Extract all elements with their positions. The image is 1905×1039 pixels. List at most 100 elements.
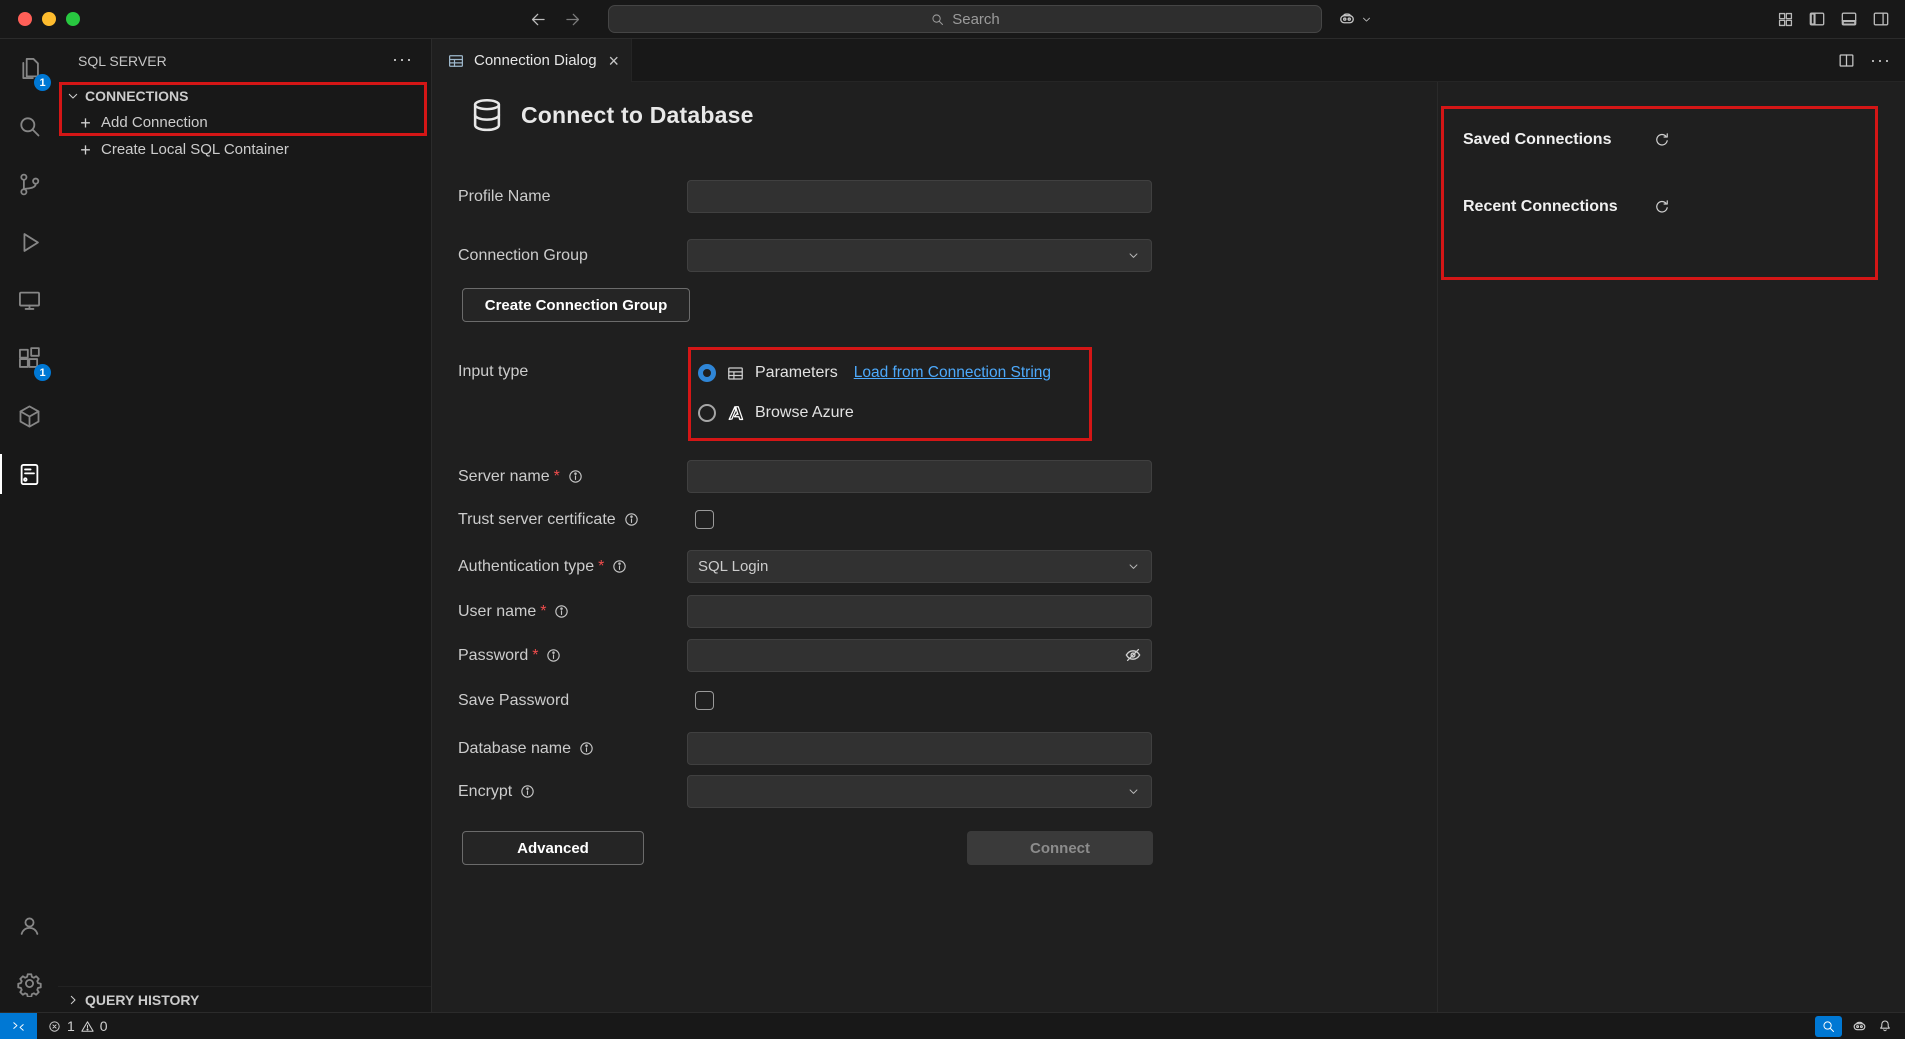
refresh-icon[interactable]: [1653, 131, 1671, 149]
sidebar-item-add-connection[interactable]: + Add Connection: [58, 109, 431, 136]
activity-containers[interactable]: [0, 387, 58, 445]
search-placeholder: Search: [952, 11, 1000, 28]
toggle-primary-sidebar-icon[interactable]: [1807, 9, 1827, 29]
connections-header-label: CONNECTIONS: [85, 88, 188, 104]
command-center-search[interactable]: Search: [608, 5, 1322, 33]
user-name-input[interactable]: [687, 595, 1152, 628]
sidebar-item-create-local-sql-container[interactable]: + Create Local SQL Container: [58, 136, 431, 163]
minimize-window-button[interactable]: [42, 12, 56, 26]
copilot-menu[interactable]: [1337, 0, 1373, 38]
activity-settings[interactable]: [0, 954, 58, 1012]
activity-search[interactable]: [0, 97, 58, 155]
chevron-right-icon: [65, 992, 81, 1008]
activity-bar: 1 1: [0, 39, 58, 1012]
password-input[interactable]: [687, 639, 1152, 672]
info-icon[interactable]: [553, 603, 570, 620]
sidebar-actions-ellipsis[interactable]: ···: [392, 49, 413, 70]
toggle-secondary-sidebar-icon[interactable]: [1871, 9, 1891, 29]
activity-source-control[interactable]: [0, 155, 58, 213]
toggle-panel-icon[interactable]: [1839, 9, 1859, 29]
activity-accounts[interactable]: [0, 896, 58, 954]
database-icon: [468, 96, 506, 134]
close-window-button[interactable]: [18, 12, 32, 26]
info-icon[interactable]: [623, 511, 640, 528]
required-asterisk: *: [598, 558, 604, 576]
sql-server-icon: [16, 461, 43, 488]
profile-name-input[interactable]: [687, 180, 1152, 213]
split-editor-icon[interactable]: [1837, 51, 1856, 70]
remote-icon: [11, 1019, 26, 1034]
save-password-checkbox[interactable]: [695, 691, 714, 710]
copilot-icon[interactable]: [1851, 1018, 1868, 1035]
create-connection-group-button[interactable]: Create Connection Group: [462, 288, 690, 322]
input-type-label: Input type: [458, 363, 528, 381]
authentication-type-label: Authentication type: [458, 558, 594, 576]
query-history-section-header[interactable]: QUERY HISTORY: [58, 986, 431, 1012]
database-name-input[interactable]: [687, 732, 1152, 765]
info-icon[interactable]: [545, 647, 562, 664]
run-debug-icon: [16, 229, 43, 256]
remote-indicator[interactable]: [0, 1013, 37, 1039]
info-icon[interactable]: [611, 558, 628, 575]
customize-layout-icon[interactable]: [1776, 10, 1795, 29]
server-name-label: Server name: [458, 468, 550, 486]
connection-group-label: Connection Group: [458, 247, 588, 265]
load-from-connection-string-link[interactable]: Load from Connection String: [854, 364, 1051, 382]
back-icon[interactable]: [529, 10, 548, 29]
connection-group-select[interactable]: [687, 239, 1152, 272]
query-history-header-label: QUERY HISTORY: [85, 992, 199, 1008]
activity-sql-server[interactable]: [0, 445, 58, 503]
connect-button[interactable]: Connect: [967, 831, 1153, 865]
bell-icon[interactable]: [1877, 1018, 1893, 1034]
browse-azure-radio[interactable]: [698, 404, 716, 422]
forward-icon[interactable]: [563, 10, 582, 29]
activity-extensions[interactable]: 1: [0, 329, 58, 387]
search-icon: [16, 113, 43, 140]
encrypt-select[interactable]: [687, 775, 1152, 808]
trust-server-certificate-row: Trust server certificate: [458, 503, 714, 536]
editor-area: Connection Dialog × ··· Connect to Datab…: [432, 39, 1905, 1012]
tab-label: Connection Dialog: [474, 52, 597, 69]
extensions-badge: 1: [34, 364, 51, 381]
parameters-label: Parameters: [755, 364, 838, 382]
connections-section-header[interactable]: CONNECTIONS: [58, 83, 431, 109]
maximize-window-button[interactable]: [66, 12, 80, 26]
eye-off-icon[interactable]: [1123, 645, 1143, 665]
refresh-icon[interactable]: [1653, 198, 1671, 216]
activity-run-debug[interactable]: [0, 213, 58, 271]
save-password-label: Save Password: [458, 692, 569, 710]
search-icon: [930, 12, 945, 27]
input-type-parameters-row: Parameters Load from Connection String: [698, 357, 1051, 389]
trust-server-certificate-checkbox[interactable]: [695, 510, 714, 529]
saved-connections-row: Saved Connections: [1463, 126, 1671, 154]
user-name-label: User name: [458, 603, 536, 621]
advanced-button[interactable]: Advanced: [462, 831, 644, 865]
tab-connection-dialog[interactable]: Connection Dialog ×: [432, 39, 632, 82]
database-name-row: Database name: [458, 732, 1152, 765]
magnifier-icon: [1821, 1019, 1836, 1034]
editor-actions-ellipsis[interactable]: ···: [1870, 50, 1891, 71]
authentication-type-select[interactable]: SQL Login: [687, 550, 1152, 583]
source-control-icon: [16, 171, 43, 198]
profile-name-row: Profile Name: [458, 180, 1152, 213]
recent-connections-title: Recent Connections: [1463, 198, 1618, 216]
parameters-table-icon: [726, 364, 745, 383]
error-count: 1: [67, 1018, 75, 1034]
close-icon[interactable]: ×: [608, 52, 619, 70]
info-icon[interactable]: [519, 783, 536, 800]
server-name-input[interactable]: [687, 460, 1152, 493]
parameters-radio[interactable]: [698, 364, 716, 382]
info-icon[interactable]: [578, 740, 595, 757]
activity-remote-explorer[interactable]: [0, 271, 58, 329]
problems-status[interactable]: 1 0: [47, 1018, 108, 1034]
info-icon[interactable]: [567, 468, 584, 485]
connection-dialog-webview: Connect to Database Profile Name Connect…: [432, 82, 1905, 1012]
activity-explorer[interactable]: 1: [0, 39, 58, 97]
trust-server-certificate-label: Trust server certificate: [458, 511, 616, 529]
required-asterisk: *: [532, 647, 538, 665]
zoom-status-item[interactable]: [1815, 1016, 1842, 1037]
tab-bar: Connection Dialog × ···: [432, 39, 1905, 82]
browse-azure-label: Browse Azure: [755, 404, 854, 422]
required-asterisk: *: [554, 468, 560, 486]
create-local-sql-container-label: Create Local SQL Container: [101, 141, 289, 158]
